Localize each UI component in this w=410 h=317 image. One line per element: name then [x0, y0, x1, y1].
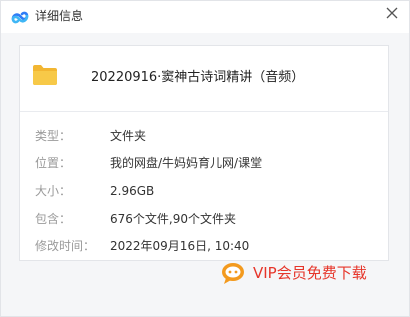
type-label: 类型：	[35, 129, 72, 143]
contains-label: 包含：	[35, 212, 72, 226]
details-card: 20220916·窦神古诗词精讲（音频） 类型： 文件夹 位置： 我的网盘/牛妈…	[19, 45, 389, 261]
detail-row-type: 类型： 文件夹	[20, 127, 388, 145]
watermark-text: VIP会员免费下载	[253, 264, 367, 282]
close-icon[interactable]	[385, 6, 399, 20]
folder-icon	[33, 65, 57, 85]
details-dialog: 详细信息 20220916·窦神古诗词精讲（音频） 类型： 文件夹 位置： 我的…	[0, 0, 410, 317]
file-name: 20220916·窦神古诗词精讲（音频）	[91, 70, 305, 85]
size-value: 2.96GB	[110, 184, 155, 198]
detail-row-size: 大小： 2.96GB	[20, 182, 388, 200]
location-label: 位置：	[35, 156, 72, 170]
size-label: 大小：	[35, 184, 72, 198]
location-value: 我的网盘/牛妈妈育儿网/课堂	[110, 156, 263, 170]
baidu-netdisk-logo-icon	[11, 11, 29, 24]
detail-row-contains: 包含： 676个文件,90个文件夹	[20, 210, 388, 228]
title-bar: 详细信息	[1, 1, 409, 33]
dialog-title: 详细信息	[35, 9, 84, 23]
vip-watermark: VIP会员免费下载	[221, 259, 401, 287]
type-value: 文件夹	[110, 129, 147, 143]
modified-label: 修改时间：	[35, 239, 96, 253]
file-header: 20220916·窦神古诗词精讲（音频）	[20, 46, 388, 112]
chat-bubble-logo-icon	[222, 263, 244, 284]
detail-row-modified: 修改时间： 2022年09月16日, 10:40	[20, 237, 388, 255]
detail-row-location: 位置： 我的网盘/牛妈妈育儿网/课堂	[20, 154, 388, 172]
modified-value: 2022年09月16日, 10:40	[110, 239, 250, 253]
contains-value: 676个文件,90个文件夹	[110, 212, 236, 226]
